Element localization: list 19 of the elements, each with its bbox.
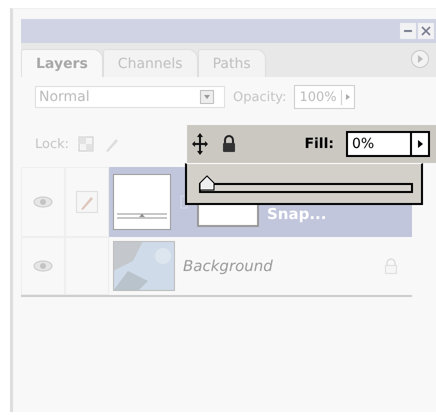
panel-tab[interactable]: Layers	[21, 49, 103, 77]
layer-row[interactable]: Background	[21, 237, 412, 295]
layer-name: Snap...	[267, 205, 326, 223]
move-icon[interactable]	[191, 133, 209, 155]
close-button[interactable]	[418, 23, 434, 39]
close-icon	[421, 26, 431, 36]
lock-icon[interactable]	[221, 135, 237, 153]
layer-name: Background	[183, 257, 273, 275]
fill-slider[interactable]	[199, 174, 413, 192]
fill-field[interactable]: 0%	[346, 131, 430, 157]
brush-icon	[76, 191, 98, 213]
opacity-field[interactable]: 100%	[294, 85, 355, 109]
fill-label: Fill:	[304, 136, 334, 152]
caret-icon	[416, 139, 424, 149]
lock-icon	[384, 258, 398, 274]
blend-mode-dropdown[interactable]: Normal	[35, 86, 225, 108]
slider-thumb[interactable]	[199, 174, 215, 190]
minimize-button[interactable]	[400, 23, 416, 39]
layer-thumbnail	[113, 174, 171, 230]
